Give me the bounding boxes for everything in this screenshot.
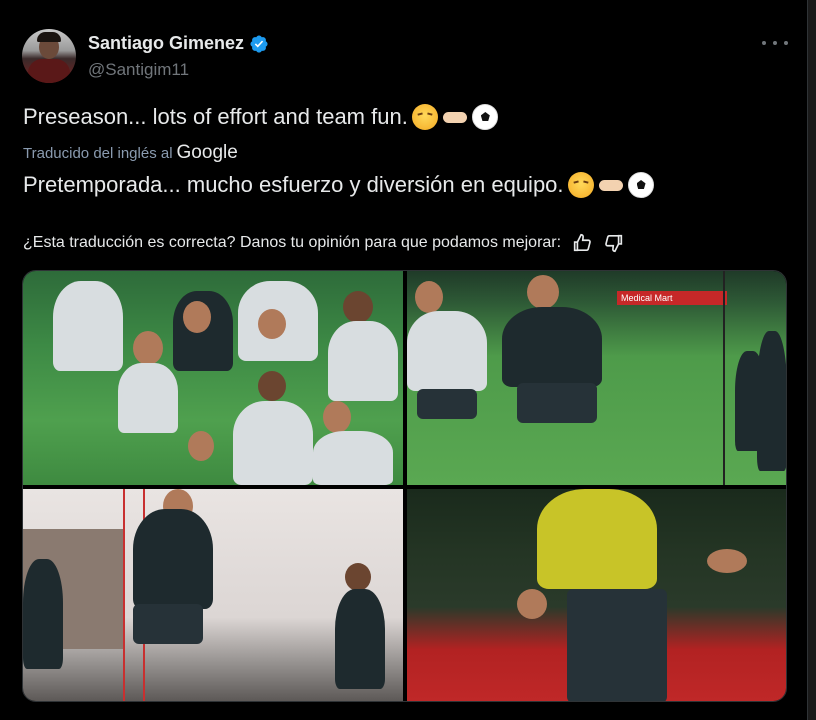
- handshake-emoji-icon: [598, 172, 624, 198]
- avatar-hair: [37, 32, 61, 42]
- author-name-row: Santiago Gimenez: [88, 33, 269, 54]
- translated-label[interactable]: Traducido del inglés al: [23, 145, 173, 162]
- gym-training-photo[interactable]: [23, 489, 403, 701]
- avatar-shirt: [28, 59, 70, 83]
- translation-feedback: ¿Esta traducción es correcta? Danos tu o…: [23, 232, 625, 254]
- media-grid: Medical Mart: [22, 270, 787, 702]
- author-avatar[interactable]: [22, 29, 76, 83]
- thumbs-up-icon[interactable]: [571, 232, 593, 254]
- author-display-name[interactable]: Santiago Gimenez: [88, 33, 244, 54]
- yellow-bib-player-photo[interactable]: [407, 489, 786, 701]
- page-scrollbar[interactable]: [808, 0, 816, 720]
- translation-text: Pretemporada... mucho esfuerzo y diversi…: [23, 172, 564, 197]
- more-options-icon[interactable]: [762, 33, 788, 53]
- soccer-ball-emoji-icon: [471, 104, 498, 130]
- translation-attribution: Traducido del inglés al Google: [23, 142, 238, 164]
- verified-badge-icon: [250, 34, 268, 53]
- author-handle[interactable]: @Santigim11: [88, 60, 189, 80]
- soccer-ball-emoji-icon: [627, 172, 654, 198]
- tweet-text-row: Preseason... lots of effort and team fun…: [23, 104, 498, 130]
- advertising-banner: Medical Mart: [617, 291, 727, 305]
- thumbs-down-icon[interactable]: [603, 232, 625, 254]
- team-group-photo[interactable]: [23, 271, 403, 485]
- translation-text-row: Pretemporada... mucho esfuerzo y diversi…: [23, 172, 654, 198]
- steam-face-emoji-icon: [411, 104, 438, 130]
- tweet-card: Santiago Gimenez @Santigim11 Preseason..…: [0, 0, 808, 720]
- google-logo: Google: [176, 142, 238, 163]
- tweet-text: Preseason... lots of effort and team fun…: [23, 104, 408, 129]
- coach-photo[interactable]: Medical Mart: [407, 271, 786, 485]
- photo-gap: [723, 271, 725, 485]
- handshake-emoji-icon: [442, 104, 468, 130]
- steam-face-emoji-icon: [567, 172, 594, 198]
- feedback-question: ¿Esta traducción es correcta? Danos tu o…: [23, 234, 562, 251]
